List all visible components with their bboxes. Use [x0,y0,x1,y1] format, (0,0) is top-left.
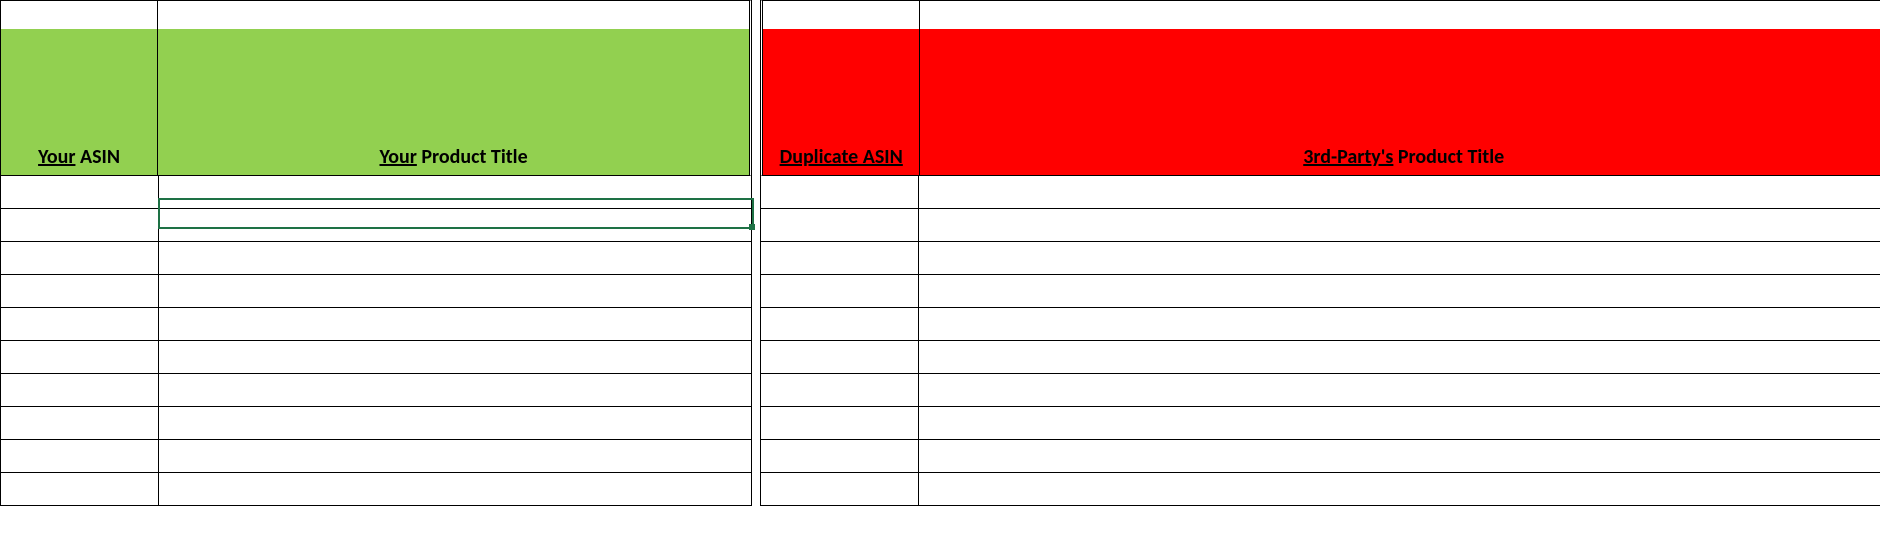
cell-duplicate-asin[interactable] [761,176,919,208]
header-your-asin-rest: ASIN [75,145,120,169]
table-row[interactable] [0,341,752,374]
cell-3rdparty-title[interactable] [919,473,1880,505]
header-your-title-underlined: Your [379,145,416,169]
table-row[interactable] [0,209,752,242]
cell-your-asin[interactable] [1,374,159,406]
cell-your-asin[interactable] [1,242,159,274]
cell-3rdparty-title[interactable] [919,407,1880,439]
header-your-asin[interactable]: Your ASIN [1,1,158,175]
table-row[interactable] [0,308,752,341]
cell-duplicate-asin[interactable] [761,407,919,439]
cell-your-title[interactable] [159,473,751,505]
data-rows-left [0,176,752,506]
cell-duplicate-asin[interactable] [761,473,919,505]
table-row[interactable] [0,275,752,308]
cell-your-asin[interactable] [1,308,159,340]
cell-duplicate-asin[interactable] [761,374,919,406]
table-row[interactable] [0,473,752,506]
table-row[interactable] [760,275,1880,308]
cell-duplicate-asin[interactable] [761,341,919,373]
table-row[interactable] [0,242,752,275]
header-row-left: Your ASIN Your Product Title [0,0,752,176]
cell-duplicate-asin[interactable] [761,275,919,307]
cell-your-title[interactable] [159,440,751,472]
cell-your-title[interactable] [159,341,751,373]
cell-your-asin[interactable] [1,440,159,472]
cell-3rdparty-title[interactable] [919,341,1880,373]
cell-your-asin[interactable] [1,176,159,208]
header-3rdparty-title[interactable]: 3rd-Party's Product Title [920,1,1880,175]
table-row[interactable] [0,374,752,407]
header-your-title-rest: Product Title [417,145,528,169]
cell-3rdparty-title[interactable] [919,176,1880,208]
table-row[interactable] [760,341,1880,374]
cell-your-asin[interactable] [1,341,159,373]
header-3rdparty-title-underlined: 3rd-Party's [1303,145,1393,169]
cell-your-asin[interactable] [1,407,159,439]
table-row[interactable] [760,407,1880,440]
header-your-title[interactable]: Your Product Title [158,1,749,175]
cell-3rdparty-title[interactable] [919,374,1880,406]
table-row[interactable] [760,176,1880,209]
cell-your-asin[interactable] [1,473,159,505]
cell-duplicate-asin[interactable] [761,209,919,241]
header-duplicate-asin-underlined: Duplicate ASIN [780,145,903,169]
header-row-right: Duplicate ASIN 3rd-Party's Product Title [760,0,1880,176]
cell-duplicate-asin[interactable] [761,308,919,340]
table-row[interactable] [760,308,1880,341]
duplicate-section: Duplicate ASIN 3rd-Party's Product Title [760,0,1880,506]
table-row[interactable] [760,242,1880,275]
header-duplicate-asin[interactable]: Duplicate ASIN [763,1,920,175]
spreadsheet: Your ASIN Your Product Title [0,0,1880,506]
table-row[interactable] [0,176,752,209]
cell-duplicate-asin[interactable] [761,242,919,274]
cell-3rdparty-title[interactable] [919,275,1880,307]
data-rows-right [760,176,1880,506]
table-row[interactable] [760,473,1880,506]
table-row[interactable] [760,374,1880,407]
cell-your-title[interactable] [159,407,751,439]
cell-your-title[interactable] [159,242,751,274]
table-row[interactable] [0,407,752,440]
cell-3rdparty-title[interactable] [919,242,1880,274]
cell-your-title[interactable] [159,176,751,208]
cell-3rdparty-title[interactable] [919,440,1880,472]
header-3rdparty-title-rest: Product Title [1393,145,1504,169]
table-row[interactable] [760,209,1880,242]
cell-your-title[interactable] [159,209,751,241]
cell-duplicate-asin[interactable] [761,440,919,472]
cell-your-asin[interactable] [1,275,159,307]
your-section: Your ASIN Your Product Title [0,0,752,506]
cell-3rdparty-title[interactable] [919,308,1880,340]
header-your-asin-underlined: Your [38,145,75,169]
cell-your-title[interactable] [159,275,751,307]
cell-your-asin[interactable] [1,209,159,241]
cell-your-title[interactable] [159,308,751,340]
table-row[interactable] [760,440,1880,473]
table-row[interactable] [0,440,752,473]
cell-3rdparty-title[interactable] [919,209,1880,241]
cell-your-title[interactable] [159,374,751,406]
